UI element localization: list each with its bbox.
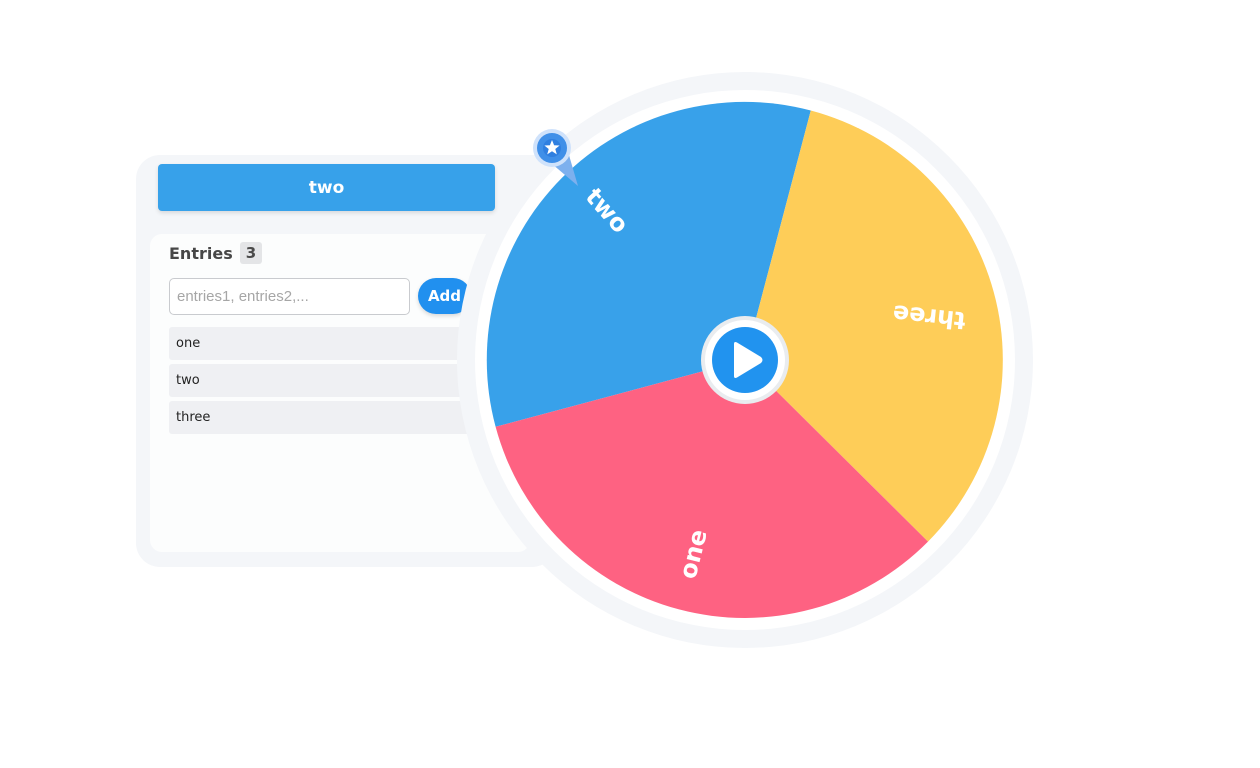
star-pin-icon: [533, 129, 578, 186]
spin-button[interactable]: [700, 315, 790, 405]
spin-wheel[interactable]: two three one: [0, 0, 1260, 768]
